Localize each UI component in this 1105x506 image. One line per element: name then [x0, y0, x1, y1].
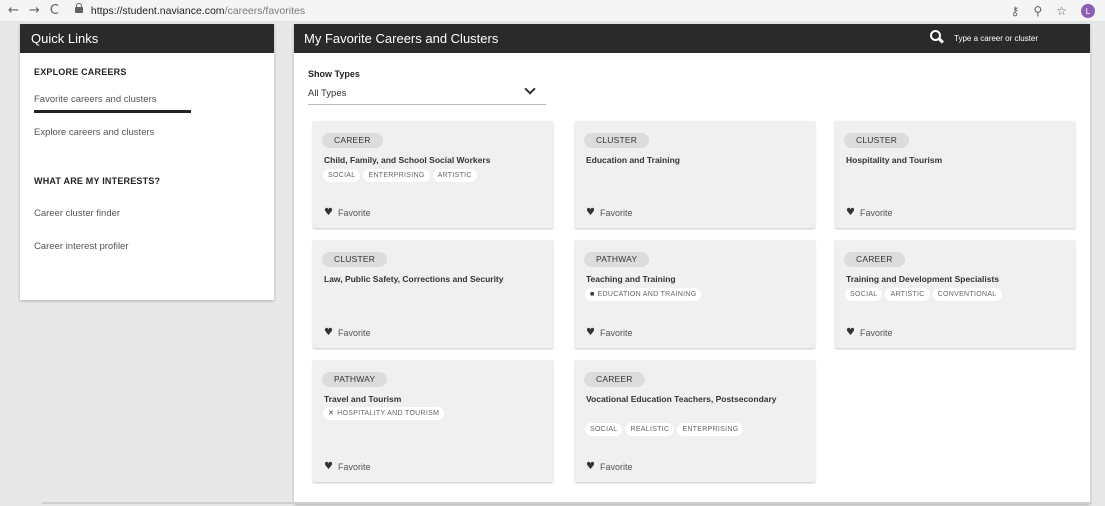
- card-type-badge: CLUSTER: [322, 252, 388, 267]
- favorites-header: My Favorite Careers and Clusters Type a …: [294, 24, 1090, 53]
- show-types-select[interactable]: All Types: [308, 83, 546, 105]
- tag: ✕ HOSPITALITY AND TOURISM: [323, 407, 445, 420]
- link-career-interest-profiler[interactable]: Career interest profiler: [20, 241, 129, 252]
- tag: ■ EDUCATION AND TRAINING: [585, 288, 702, 301]
- heart-icon: ♥: [586, 327, 595, 338]
- favorite-label: Favorite: [337, 328, 371, 338]
- show-types-value: All Types: [308, 88, 347, 99]
- favorite-toggle[interactable]: ♥ Favorite: [586, 207, 632, 219]
- favorite-card[interactable]: CLUSTER Law, Public Safety, Corrections …: [313, 240, 553, 348]
- card-type-badge: PATHWAY: [584, 252, 650, 267]
- favorite-label: Favorite: [599, 462, 633, 472]
- quick-links-title: Quick Links: [20, 24, 274, 53]
- star-icon[interactable]: ☆: [1056, 4, 1067, 18]
- tag: REALISTIC: [625, 423, 675, 436]
- heart-icon: ♥: [586, 461, 595, 472]
- quick-links-panel: Quick Links EXPLORE CAREERS Favorite car…: [20, 24, 274, 300]
- book-icon: ■: [590, 291, 595, 298]
- search-input[interactable]: Type a career or cluster: [954, 24, 1038, 53]
- page-title: My Favorite Careers and Clusters: [304, 31, 499, 46]
- heart-icon: ♥: [324, 207, 333, 218]
- url-path: /careers/favorites: [224, 4, 306, 17]
- page-bottom-border: [42, 502, 1092, 504]
- link-explore-careers[interactable]: Explore careers and clusters: [20, 127, 154, 138]
- card-tags: SOCIAL ENTERPRISING ARTISTIC: [323, 169, 477, 182]
- tag: CONVENTIONAL: [932, 288, 1002, 301]
- section-heading-explore-careers: EXPLORE CAREERS: [34, 67, 127, 77]
- heart-icon: ♥: [324, 461, 333, 472]
- favorite-card[interactable]: CAREER Vocational Education Teachers, Po…: [575, 360, 815, 482]
- card-title[interactable]: Education and Training: [586, 152, 808, 168]
- heart-icon: ♥: [324, 327, 333, 338]
- browser-toolbar: ← → C https://student.naviance.com/caree…: [0, 0, 1105, 22]
- address-bar[interactable]: https://student.naviance.com/careers/fav…: [91, 5, 305, 17]
- tag: SOCIAL: [585, 423, 623, 436]
- card-title[interactable]: Law, Public Safety, Corrections and Secu…: [324, 271, 546, 287]
- card-title[interactable]: Hospitality and Tourism: [846, 152, 1068, 168]
- card-type-badge: PATHWAY: [322, 372, 388, 387]
- card-title[interactable]: Vocational Education Teachers, Postsecon…: [586, 391, 808, 407]
- card-tags: ■ EDUCATION AND TRAINING: [585, 288, 702, 301]
- card-type-badge: CAREER: [584, 372, 645, 387]
- tag-label: HOSPITALITY AND TOURISM: [337, 410, 440, 417]
- search-icon[interactable]: [930, 30, 944, 44]
- favorite-label: Favorite: [599, 328, 633, 338]
- favorite-card[interactable]: CAREER Training and Development Speciali…: [835, 240, 1075, 348]
- favorite-label: Favorite: [599, 208, 633, 218]
- section-heading-interests: WHAT ARE MY INTERESTS?: [34, 176, 161, 186]
- link-career-cluster-finder[interactable]: Career cluster finder: [20, 208, 120, 219]
- heart-icon: ♥: [846, 207, 855, 218]
- favorite-toggle[interactable]: ♥ Favorite: [324, 461, 370, 473]
- url-host: https://student.naviance.com: [90, 4, 225, 17]
- favorites-panel: My Favorite Careers and Clusters Type a …: [294, 24, 1090, 504]
- heart-icon: ♥: [586, 207, 595, 218]
- favorite-toggle[interactable]: ♥ Favorite: [586, 327, 632, 339]
- favorite-toggle[interactable]: ♥ Favorite: [846, 327, 892, 339]
- tag: ENTERPRISING: [677, 423, 744, 436]
- card-title[interactable]: Training and Development Specialists: [846, 271, 1068, 287]
- cross-utensils-icon: ✕: [328, 410, 335, 417]
- forward-icon[interactable]: →: [29, 0, 40, 22]
- tag: ARTISTIC: [885, 288, 930, 301]
- favorite-card[interactable]: PATHWAY Travel and Tourism ✕ HOSPITALITY …: [313, 360, 553, 482]
- card-type-badge: CLUSTER: [844, 133, 910, 148]
- profile-avatar[interactable]: L: [1081, 4, 1095, 18]
- key-icon[interactable]: ⚷: [1011, 4, 1020, 18]
- card-tags: SOCIAL REALISTIC ENTERPRISING: [585, 423, 744, 436]
- tag: SOCIAL: [845, 288, 883, 301]
- back-icon[interactable]: ←: [8, 0, 19, 22]
- card-type-badge: CAREER: [844, 252, 905, 267]
- card-tags: ✕ HOSPITALITY AND TOURISM: [323, 407, 445, 420]
- favorite-card[interactable]: PATHWAY Teaching and Training ■ EDUCATION…: [575, 240, 815, 348]
- link-favorite-careers[interactable]: Favorite careers and clusters: [20, 94, 157, 105]
- tag: ENTERPRISING: [363, 169, 430, 182]
- favorite-toggle[interactable]: ♥ Favorite: [324, 327, 370, 339]
- favorite-card[interactable]: CLUSTER Hospitality and Tourism ♥ Favori…: [835, 121, 1075, 228]
- tag: SOCIAL: [323, 169, 361, 182]
- favorite-label: Favorite: [859, 208, 893, 218]
- reload-icon[interactable]: C: [50, 0, 59, 22]
- card-title[interactable]: Teaching and Training: [586, 271, 808, 287]
- chevron-down-icon: [524, 83, 536, 95]
- favorite-card[interactable]: CLUSTER Education and Training ♥ Favorit…: [575, 121, 815, 228]
- favorite-label: Favorite: [337, 462, 371, 472]
- card-title[interactable]: Child, Family, and School Social Workers: [324, 152, 546, 168]
- lock-icon: [74, 3, 83, 15]
- card-type-badge: CLUSTER: [584, 133, 650, 148]
- heart-icon: ♥: [846, 327, 855, 338]
- favorite-toggle[interactable]: ♥ Favorite: [586, 461, 632, 473]
- favorite-toggle[interactable]: ♥ Favorite: [846, 207, 892, 219]
- card-type-badge: CAREER: [322, 133, 383, 148]
- card-title[interactable]: Travel and Tourism: [324, 391, 546, 407]
- favorite-label: Favorite: [859, 328, 893, 338]
- tag: ARTISTIC: [432, 169, 477, 182]
- favorite-toggle[interactable]: ♥ Favorite: [324, 207, 370, 219]
- card-tags: SOCIAL ARTISTIC CONVENTIONAL: [845, 288, 1002, 301]
- active-link-underline: [34, 110, 191, 113]
- tag-label: EDUCATION AND TRAINING: [597, 291, 697, 298]
- favorite-card[interactable]: CAREER Child, Family, and School Social …: [313, 121, 553, 228]
- show-types-label: Show Types: [308, 69, 360, 79]
- favorite-label: Favorite: [337, 208, 371, 218]
- zoom-icon[interactable]: ⚲: [1033, 4, 1042, 18]
